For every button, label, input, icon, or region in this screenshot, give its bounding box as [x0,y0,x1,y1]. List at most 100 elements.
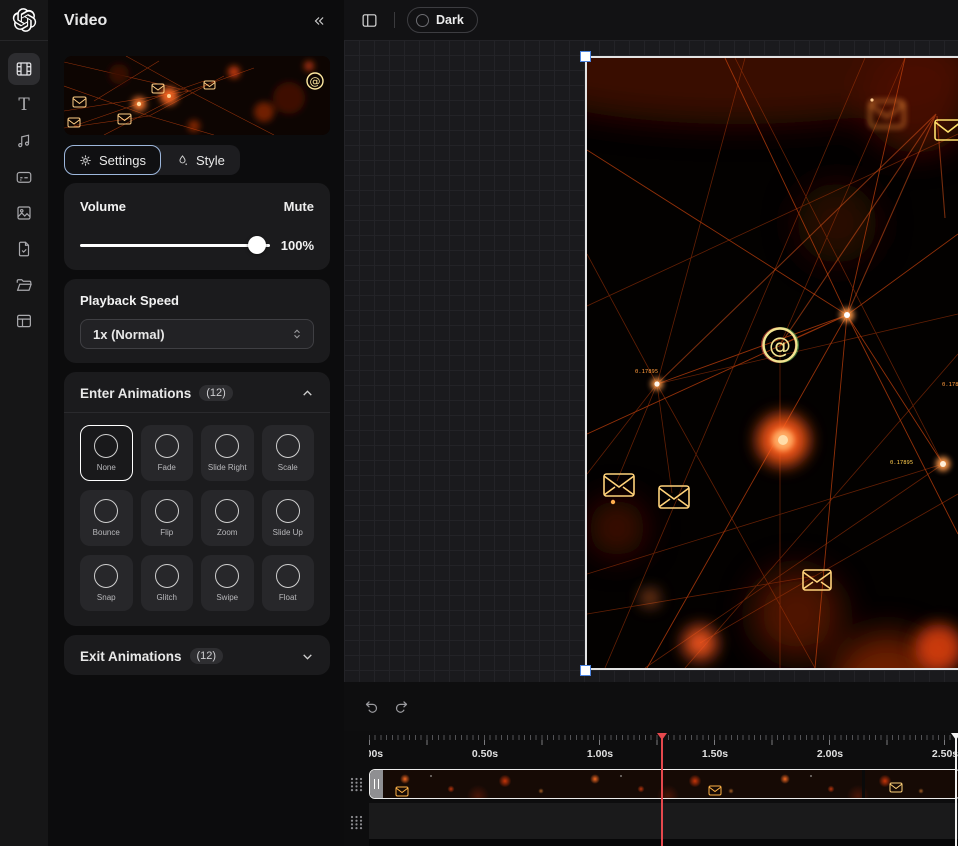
exit-animations-card: Exit Animations (12) [64,635,330,675]
animation-option-none[interactable]: None [80,425,133,481]
ruler-label-0: 0.00s [369,748,383,760]
openai-logo-icon [11,7,37,33]
animation-option-swipe[interactable]: Swipe [201,555,254,611]
volume-value: 100% [270,238,314,253]
animation-preview-circle [155,499,179,523]
openai-logo[interactable] [0,0,48,41]
animation-preview-circle [155,564,179,588]
folder-icon [15,276,33,294]
sidebar-item-video[interactable] [8,53,40,85]
page-title: Video [64,12,107,30]
undo-icon [363,698,380,715]
playhead[interactable] [661,733,663,846]
sidebar-item-media[interactable] [8,197,40,229]
ruler-label-1: 0.50s [472,748,498,760]
animation-option-fade[interactable]: Fade [141,425,194,481]
animation-option-glitch[interactable]: Glitch [141,555,194,611]
dark-theme-swatch-icon [416,14,429,27]
chevron-up-icon [301,387,314,400]
envelope-icon [395,786,409,797]
history-toolbar [344,682,958,731]
animation-preview-circle [276,564,300,588]
exit-animations-title: Exit Animations [80,649,182,664]
animation-option-float[interactable]: Float [262,555,315,611]
volume-slider-track [80,244,270,247]
redo-button[interactable] [388,694,414,720]
timeline-video-clip[interactable] [369,769,958,799]
animation-preview-circle [94,434,118,458]
editor-canvas[interactable]: @ 0.17895 0.17895 0.17895 [344,40,958,682]
volume-label: Volume [80,199,126,214]
animation-option-scale[interactable]: Scale [262,425,315,481]
video-overlay-label: 0.17895 [890,460,913,466]
volume-slider[interactable] [80,236,270,254]
paint-drop-icon [176,154,189,167]
tab-settings[interactable]: Settings [64,145,161,175]
music-icon [15,132,33,150]
ruler-label-4: 2.00s [817,748,843,760]
animation-option-flip[interactable]: Flip [141,490,194,546]
playback-speed-card: Playback Speed 1x (Normal) [64,279,330,363]
mute-button[interactable]: Mute [284,199,314,214]
animation-preview-circle [276,499,300,523]
resize-handle-bottom-left[interactable] [580,665,591,676]
playback-speed-select[interactable]: 1x (Normal) [80,319,314,349]
timeline-empty-track[interactable] [369,803,958,839]
chevrons-left-icon [312,14,326,28]
resize-handle-top-left[interactable] [580,51,591,62]
sidebar-item-text[interactable]: T [8,89,40,121]
sidebar-item-captions[interactable] [8,161,40,193]
theme-dark-button[interactable]: Dark [407,7,478,33]
envelope-icon [889,782,903,793]
svg-text:@: @ [769,334,791,359]
toggle-sidebar-button[interactable] [356,7,382,33]
undo-button[interactable] [358,694,384,720]
panel-left-icon [361,12,378,29]
enter-animations-title: Enter Animations [80,386,191,401]
envelope-icon [708,785,722,796]
sidebar-item-layout[interactable] [8,305,40,337]
volume-slider-knob[interactable] [248,236,266,254]
video-overlay-label: 0.17895 [942,382,958,388]
clip-filmstrip [383,770,958,798]
sidebar-item-audio[interactable] [8,125,40,157]
canvas-video-element[interactable]: @ 0.17895 0.17895 0.17895 [585,56,958,670]
redo-icon [393,698,410,715]
animation-preview-circle [215,499,239,523]
tab-style[interactable]: Style [161,145,240,175]
collapse-panel-button[interactable] [308,10,330,32]
enter-animations-header[interactable]: Enter Animations (12) [64,372,330,412]
animation-option-snap[interactable]: Snap [80,555,133,611]
animation-option-bounce[interactable]: Bounce [80,490,133,546]
enter-animations-grid: None Fade Slide Right Scale Bounce Flip … [64,413,330,626]
animation-preview-circle [215,564,239,588]
canvas-topbar: Dark [344,0,958,40]
gear-icon [79,154,92,167]
animation-option-zoom[interactable]: Zoom [201,490,254,546]
video-thumbnail[interactable]: @ [64,56,330,135]
main-area: Dark [344,0,958,846]
grip-dots-icon [350,777,363,792]
image-icon [15,204,33,222]
captions-icon [15,168,33,186]
track-drag-handle-video[interactable] [350,777,363,797]
animation-preview-circle [276,434,300,458]
timeline: 0.00s 0.50s 1.00s 1.50s 2.00s 2.50s [344,731,958,846]
sidebar-item-projects[interactable] [8,269,40,301]
exit-animations-count: (12) [190,648,224,664]
animation-option-slide-right[interactable]: Slide Right [201,425,254,481]
clip-trim-handle-left[interactable] [370,770,383,798]
icon-rail: T [0,0,48,846]
exit-animations-header[interactable]: Exit Animations (12) [64,635,330,675]
grip-dots-icon [350,815,363,830]
file-check-icon [15,240,33,258]
panel-header: Video [48,0,344,42]
animation-option-slide-up[interactable]: Slide Up [262,490,315,546]
track-drag-handle-empty[interactable] [350,815,363,835]
animation-preview-circle [94,499,118,523]
clip-end-marker[interactable] [955,733,957,846]
sidebar-item-files[interactable] [8,233,40,265]
enter-animations-card: Enter Animations (12) None Fade Slide Ri… [64,372,330,626]
select-chevrons-icon [291,328,303,340]
tab-settings-label: Settings [99,153,146,168]
